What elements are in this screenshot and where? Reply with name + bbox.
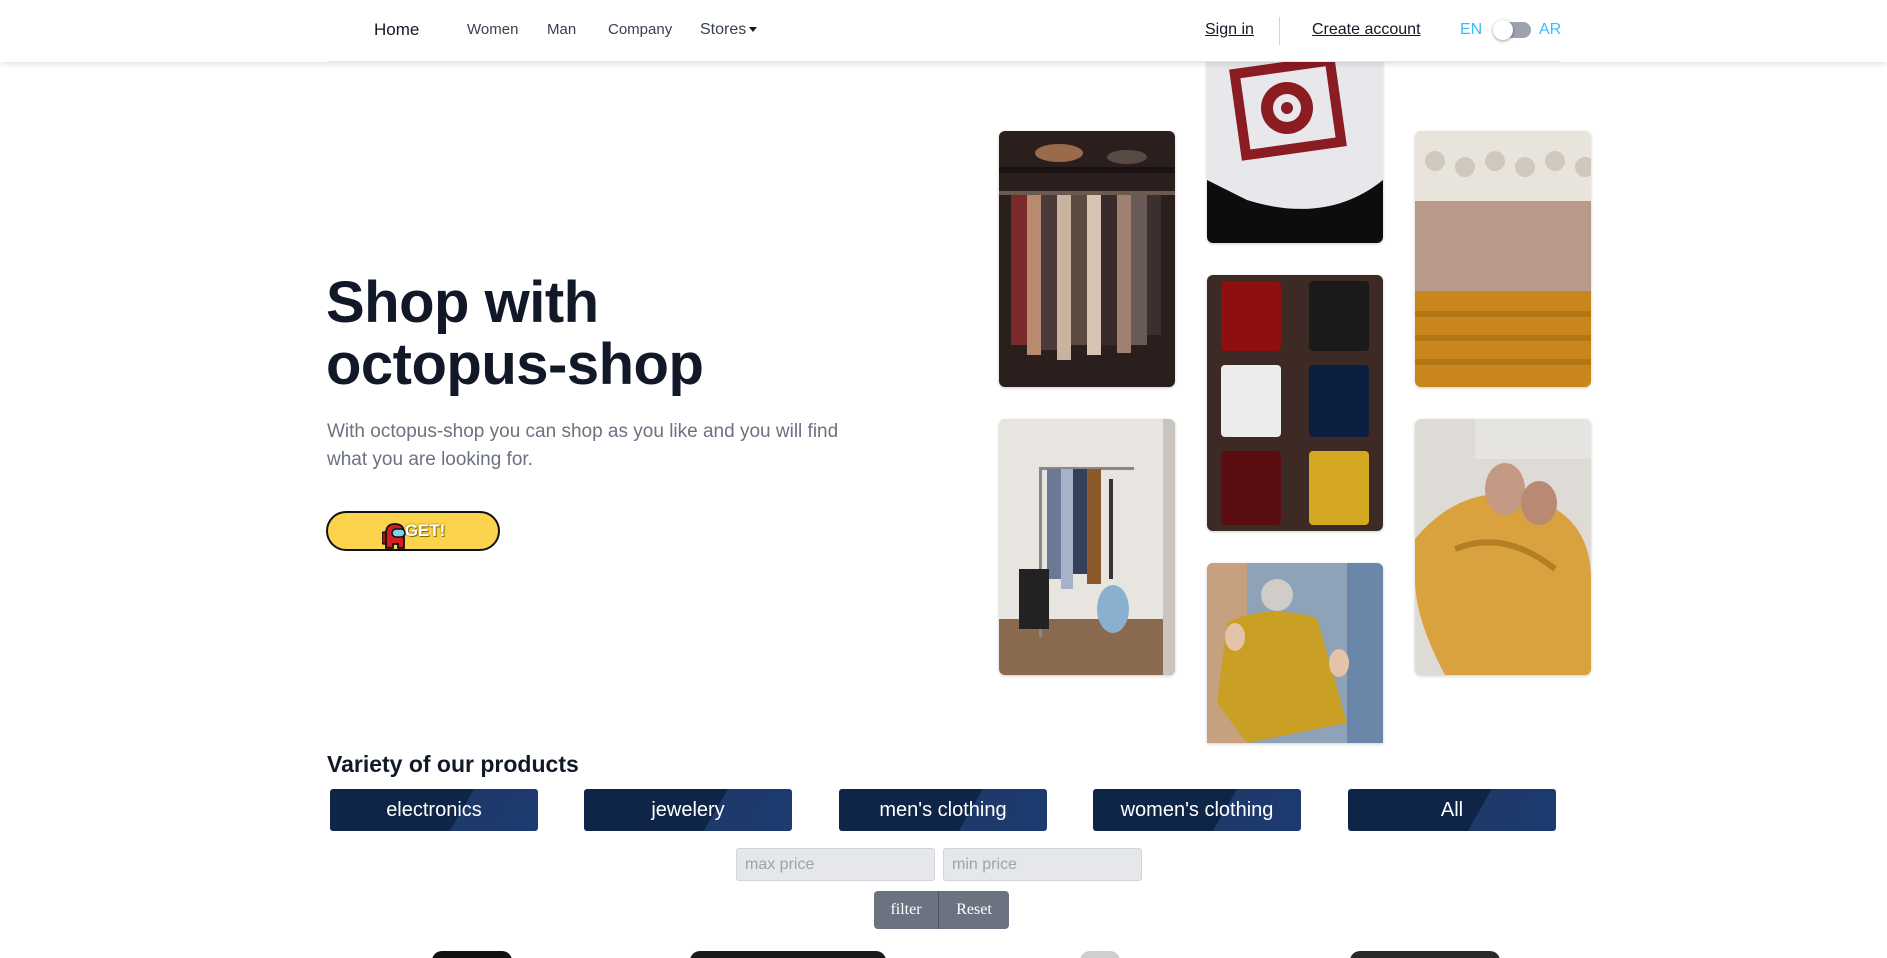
nav-stores-dropdown[interactable]: Stores — [700, 21, 758, 39]
sign-in-link[interactable]: Sign in — [1205, 21, 1254, 39]
hero-image-silk-fabric — [1415, 419, 1591, 675]
hero-image-folded-knits — [1415, 131, 1591, 387]
min-price-input[interactable] — [943, 848, 1142, 881]
reset-button[interactable]: Reset — [939, 891, 1009, 929]
product-card-peek — [690, 951, 886, 958]
caret-down-icon — [749, 27, 758, 33]
category-jewelery-button[interactable]: jewelery — [584, 789, 792, 831]
get-button-label: GET! — [404, 521, 446, 540]
toggle-knob — [1493, 20, 1513, 40]
category-electronics-button[interactable]: electronics — [330, 789, 538, 831]
nav-home-link[interactable]: Home — [374, 20, 419, 40]
filter-button-group: filter Reset — [874, 891, 1009, 929]
nav-stores-label: Stores — [700, 21, 747, 38]
max-price-input[interactable] — [736, 848, 935, 881]
hero-image-printed-tshirt — [1207, 50, 1383, 243]
navbar-inner: Home Women Man Company Stores Sign in Cr… — [327, 0, 1561, 62]
product-card-peek — [1350, 951, 1500, 958]
crewmate-icon — [382, 523, 406, 549]
hero-image-yellow-sweater — [1207, 563, 1383, 743]
filter-button[interactable]: filter — [874, 891, 939, 929]
product-card-peek — [432, 951, 512, 958]
category-all-button[interactable]: All — [1348, 789, 1556, 831]
products-section-title: Variety of our products — [327, 751, 579, 777]
nav-company-link[interactable]: Company — [608, 21, 672, 38]
top-navbar: Home Women Man Company Stores Sign in Cr… — [0, 0, 1887, 62]
language-toggle[interactable] — [1493, 20, 1531, 40]
hero-subtitle: With octopus-shop you can shop as you li… — [327, 421, 839, 470]
lang-en-label[interactable]: EN — [1460, 21, 1482, 39]
create-account-link[interactable]: Create account — [1312, 21, 1421, 39]
get-button[interactable]: GET! — [326, 511, 500, 551]
lang-ar-label[interactable]: AR — [1539, 21, 1561, 39]
category-mens-clothing-button[interactable]: men's clothing — [839, 789, 1047, 831]
nav-man-link[interactable]: Man — [547, 21, 576, 38]
nav-divider — [1279, 17, 1280, 45]
product-card-peek — [1080, 951, 1120, 958]
hero-title: Shop with octopus-shop — [326, 270, 704, 397]
hero-image-tshirts-grid — [1207, 275, 1383, 531]
nav-women-link[interactable]: Women — [467, 21, 518, 38]
category-womens-clothing-button[interactable]: women's clothing — [1093, 789, 1301, 831]
hero-image-guitar-room — [999, 419, 1175, 675]
hero-image-clothes-rack — [999, 131, 1175, 387]
